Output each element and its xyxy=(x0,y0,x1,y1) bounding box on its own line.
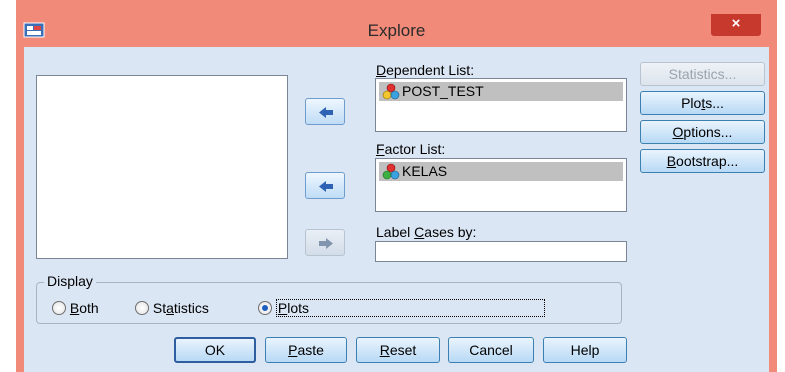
ok-button[interactable]: OK xyxy=(174,337,256,363)
radio-statistics[interactable]: Statistics xyxy=(135,300,209,316)
dependent-list[interactable]: POST_TEST xyxy=(375,78,627,132)
options-button[interactable]: Options... xyxy=(640,120,765,144)
window-title: Explore xyxy=(367,21,426,40)
bootstrap-button[interactable]: Bootstrap... xyxy=(640,149,765,173)
move-to-dependent-button[interactable] xyxy=(305,98,345,125)
radio-plots[interactable]: Plots xyxy=(258,299,546,317)
arrow-right-icon xyxy=(319,238,333,249)
radio-plots-focus: Plots xyxy=(275,299,546,317)
radio-both[interactable]: Both xyxy=(52,300,99,316)
radio-circle[interactable] xyxy=(52,301,66,315)
factor-list[interactable]: KELAS xyxy=(375,158,627,212)
factor-list-label: Factor List: xyxy=(376,141,446,157)
list-item[interactable]: KELAS xyxy=(379,162,623,181)
move-to-label-cases-button[interactable] xyxy=(305,229,345,256)
arrow-left-icon xyxy=(319,107,333,118)
statistics-button[interactable]: Statistics... xyxy=(640,62,765,86)
dependent-variable-name: POST_TEST xyxy=(402,83,484,99)
move-to-factor-button[interactable] xyxy=(305,172,345,199)
display-legend: Display xyxy=(44,273,96,289)
radio-circle-selected[interactable] xyxy=(258,301,272,315)
list-item[interactable]: POST_TEST xyxy=(379,82,623,101)
plots-button[interactable]: Plots... xyxy=(640,91,765,115)
nominal-variable-icon xyxy=(382,163,400,180)
paste-button[interactable]: Paste xyxy=(265,337,347,363)
scale-variable-icon xyxy=(382,83,400,100)
close-icon[interactable]: × xyxy=(711,14,761,36)
reset-button[interactable]: Reset xyxy=(356,337,440,363)
source-variable-list[interactable] xyxy=(36,75,288,259)
label-cases-field[interactable] xyxy=(375,241,627,262)
label-cases-label: Label Cases by: xyxy=(376,224,477,240)
help-button[interactable]: Help xyxy=(543,337,627,363)
arrow-left-icon xyxy=(319,181,333,192)
cancel-button[interactable]: Cancel xyxy=(448,337,534,363)
factor-variable-name: KELAS xyxy=(402,163,448,179)
radio-circle[interactable] xyxy=(135,301,149,315)
dependent-list-label: Dependent List: xyxy=(376,62,475,78)
